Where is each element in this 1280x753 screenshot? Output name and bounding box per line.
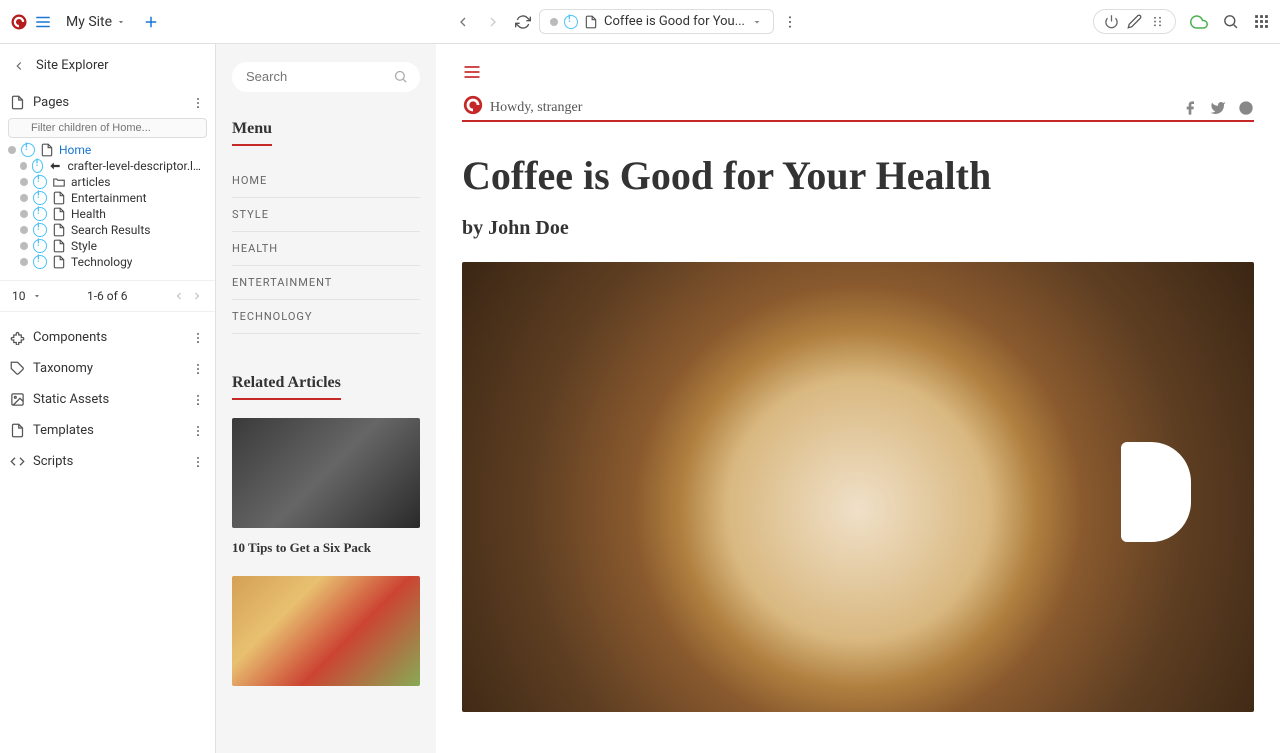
site-logo-icon bbox=[462, 94, 484, 116]
tree-item-home[interactable]: Home bbox=[8, 142, 207, 158]
search-icon[interactable] bbox=[1222, 13, 1239, 30]
section-options[interactable] bbox=[191, 454, 205, 469]
tree-item[interactable]: Technology bbox=[8, 254, 207, 270]
tree-pager: 10 1-6 of 6 bbox=[0, 280, 215, 312]
file-icon bbox=[10, 423, 25, 438]
pages-label: Pages bbox=[33, 95, 69, 110]
content-menu-icon[interactable] bbox=[462, 62, 482, 82]
menu-item-technology[interactable]: TECHNOLOGY bbox=[232, 300, 420, 334]
filter-input[interactable] bbox=[8, 118, 207, 138]
related-article-image bbox=[232, 576, 420, 686]
pager-next-button[interactable] bbox=[191, 290, 203, 302]
page-size-selector[interactable]: 10 bbox=[12, 289, 42, 303]
menu-item-home[interactable]: HOME bbox=[232, 164, 420, 198]
section-components[interactable]: Components bbox=[0, 322, 215, 353]
related-article[interactable]: 10 Tips to Get a Six Pack bbox=[232, 418, 420, 556]
page-options-button[interactable] bbox=[782, 14, 798, 30]
section-templates[interactable]: Templates bbox=[0, 415, 215, 446]
reload-button[interactable] bbox=[515, 14, 531, 30]
pages-options-button[interactable] bbox=[191, 95, 205, 110]
menu-item-health[interactable]: HEALTH bbox=[232, 232, 420, 266]
main-menu-icon[interactable] bbox=[34, 13, 52, 31]
search-icon bbox=[393, 69, 408, 84]
related-heading: Related Articles bbox=[232, 374, 341, 400]
section-options[interactable] bbox=[191, 330, 205, 345]
article-title: Coffee is Good for Your Health bbox=[462, 152, 1254, 199]
pager-prev-button[interactable] bbox=[173, 290, 185, 302]
site-search[interactable] bbox=[232, 62, 420, 92]
chevron-down-icon bbox=[751, 16, 763, 28]
site-explorer-title: Site Explorer bbox=[36, 58, 109, 73]
tree-item[interactable]: Entertainment bbox=[8, 190, 207, 206]
chevron-down-icon bbox=[116, 17, 126, 27]
site-name-label: My Site bbox=[66, 14, 112, 30]
page-tree: Home crafter-level-descriptor.level.xml … bbox=[0, 142, 215, 270]
facebook-icon[interactable] bbox=[1182, 100, 1198, 116]
pager-range: 1-6 of 6 bbox=[87, 289, 128, 303]
twitter-icon[interactable] bbox=[1210, 100, 1226, 116]
related-article-image bbox=[232, 418, 420, 528]
search-input[interactable] bbox=[246, 69, 384, 84]
tree-item[interactable]: crafter-level-descriptor.level.xml bbox=[8, 158, 207, 174]
tag-icon bbox=[10, 361, 25, 376]
related-article[interactable] bbox=[232, 576, 420, 686]
preview-content: Howdy, stranger Coffee is Good for Your … bbox=[436, 44, 1280, 753]
section-options[interactable] bbox=[191, 392, 205, 407]
section-taxonomy[interactable]: Taxonomy bbox=[0, 353, 215, 384]
image-icon bbox=[10, 392, 25, 407]
article-hero-image bbox=[462, 262, 1254, 712]
publish-cloud-icon[interactable] bbox=[1190, 13, 1208, 31]
edit-mode-group bbox=[1093, 9, 1176, 34]
back-button[interactable] bbox=[455, 14, 471, 30]
article-byline: by John Doe bbox=[462, 217, 1254, 240]
workflow-status-icon bbox=[564, 15, 578, 29]
forward-button[interactable] bbox=[485, 14, 501, 30]
status-dot-icon bbox=[550, 18, 558, 26]
tree-item[interactable]: Health bbox=[8, 206, 207, 222]
menu-list: HOME STYLE HEALTH ENTERTAINMENT TECHNOLO… bbox=[232, 164, 420, 334]
google-plus-icon[interactable] bbox=[1238, 100, 1254, 116]
power-icon[interactable] bbox=[1104, 14, 1119, 29]
apps-grid-icon[interactable] bbox=[1253, 13, 1270, 30]
puzzle-icon bbox=[10, 330, 25, 345]
tree-item[interactable]: Search Results bbox=[8, 222, 207, 238]
menu-item-entertainment[interactable]: ENTERTAINMENT bbox=[232, 266, 420, 300]
tree-item[interactable]: articles bbox=[8, 174, 207, 190]
menu-heading: Menu bbox=[232, 120, 272, 146]
menu-item-style[interactable]: STYLE bbox=[232, 198, 420, 232]
top-bar: My Site Coffee is Good for You... bbox=[0, 0, 1280, 44]
section-options[interactable] bbox=[191, 361, 205, 376]
related-article-title: 10 Tips to Get a Six Pack bbox=[232, 540, 420, 556]
crafter-logo-icon[interactable] bbox=[10, 13, 28, 31]
page-icon bbox=[10, 95, 25, 110]
drag-icon[interactable] bbox=[1150, 14, 1165, 29]
preview-sidebar: Menu HOME STYLE HEALTH ENTERTAINMENT TEC… bbox=[216, 44, 436, 753]
section-options[interactable] bbox=[191, 423, 205, 438]
new-content-button[interactable] bbox=[142, 13, 160, 31]
greeting-text: Howdy, stranger bbox=[490, 100, 582, 116]
explorer-back-button[interactable] bbox=[12, 59, 26, 73]
tree-item[interactable]: Style bbox=[8, 238, 207, 254]
address-bar-title: Coffee is Good for You... bbox=[604, 14, 745, 29]
section-static-assets[interactable]: Static Assets bbox=[0, 384, 215, 415]
pencil-icon[interactable] bbox=[1127, 14, 1142, 29]
pages-section-header[interactable]: Pages bbox=[0, 87, 215, 118]
section-scripts[interactable]: Scripts bbox=[0, 446, 215, 477]
address-bar[interactable]: Coffee is Good for You... bbox=[539, 9, 774, 34]
page-icon bbox=[584, 15, 598, 29]
code-icon bbox=[10, 454, 25, 469]
site-explorer-panel: Site Explorer Pages Home crafter-level-d… bbox=[0, 44, 216, 753]
site-selector[interactable]: My Site bbox=[66, 14, 126, 30]
